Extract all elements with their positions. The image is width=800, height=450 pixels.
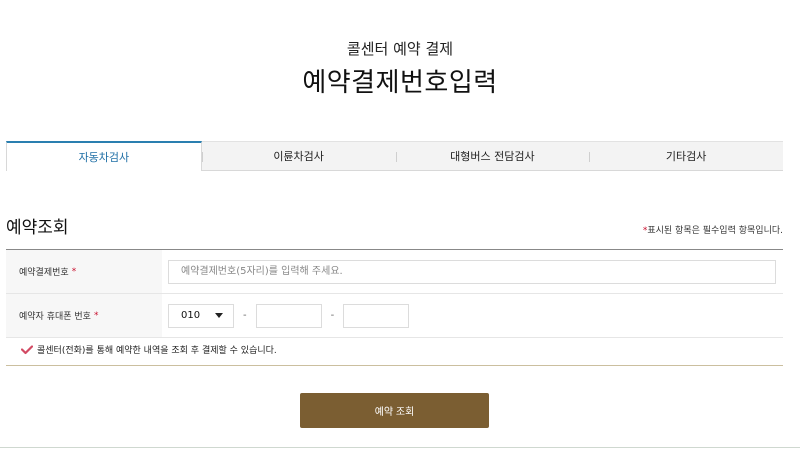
inspection-tabs: 자동차검사 이륜차검사 대형버스 전담검사 기타검사: [6, 141, 783, 171]
phone-prefix-value: 010: [181, 310, 201, 321]
footer-divider: [0, 447, 800, 448]
section-title: 예약조회: [6, 218, 69, 238]
phone-number-cell: 010 - -: [162, 294, 783, 337]
reservation-number-label: 예약결제번호 *: [6, 250, 162, 293]
phone-dash: -: [243, 310, 247, 321]
phone-middle-input[interactable]: [255, 303, 322, 328]
call-center-notice: 콜센터(전화)를 통해 예약한 내역을 조회 후 결제할 수 있습니다.: [21, 343, 277, 356]
reservation-number-input[interactable]: [168, 259, 776, 284]
required-note: *표시된 항목은 필수입력 항목입니다.: [643, 223, 783, 236]
notice-text: 콜센터(전화)를 통해 예약한 내역을 조회 후 결제할 수 있습니다.: [37, 346, 277, 356]
phone-number-row: 예약자 휴대폰 번호 * 010 - -: [6, 294, 783, 338]
page-title: 예약결제번호입력: [302, 68, 498, 98]
tab-car-inspection[interactable]: 자동차검사: [6, 141, 202, 171]
tab-motorcycle-inspection[interactable]: 이륜차검사: [201, 141, 396, 170]
phone-prefix-select[interactable]: 010: [168, 303, 234, 328]
required-note-text: 표시된 항목은 필수입력 항목입니다.: [647, 226, 783, 236]
reservation-number-label-text: 예약결제번호: [19, 268, 69, 278]
divider: [6, 365, 783, 366]
chevron-down-icon: [215, 313, 223, 318]
lookup-form: 예약결제번호 * 예약자 휴대폰 번호 * 010 - -: [6, 249, 783, 338]
page-subtitle: 콜센터 예약 결제: [346, 40, 454, 58]
required-star: *: [71, 266, 77, 277]
phone-number-label-text: 예약자 휴대폰 번호: [19, 312, 91, 322]
phone-last-input[interactable]: [343, 303, 410, 328]
reservation-number-cell: [162, 250, 783, 293]
phone-number-label: 예약자 휴대폰 번호 *: [6, 294, 162, 337]
required-star: *: [93, 310, 99, 321]
reservation-number-row: 예약결제번호 *: [6, 250, 783, 294]
reservation-lookup-button[interactable]: 예약 조회: [300, 393, 489, 428]
check-icon: [21, 344, 33, 354]
tab-bus-inspection[interactable]: 대형버스 전담검사: [395, 141, 590, 170]
phone-dash: -: [330, 310, 335, 321]
tab-other-inspection[interactable]: 기타검사: [589, 141, 783, 170]
